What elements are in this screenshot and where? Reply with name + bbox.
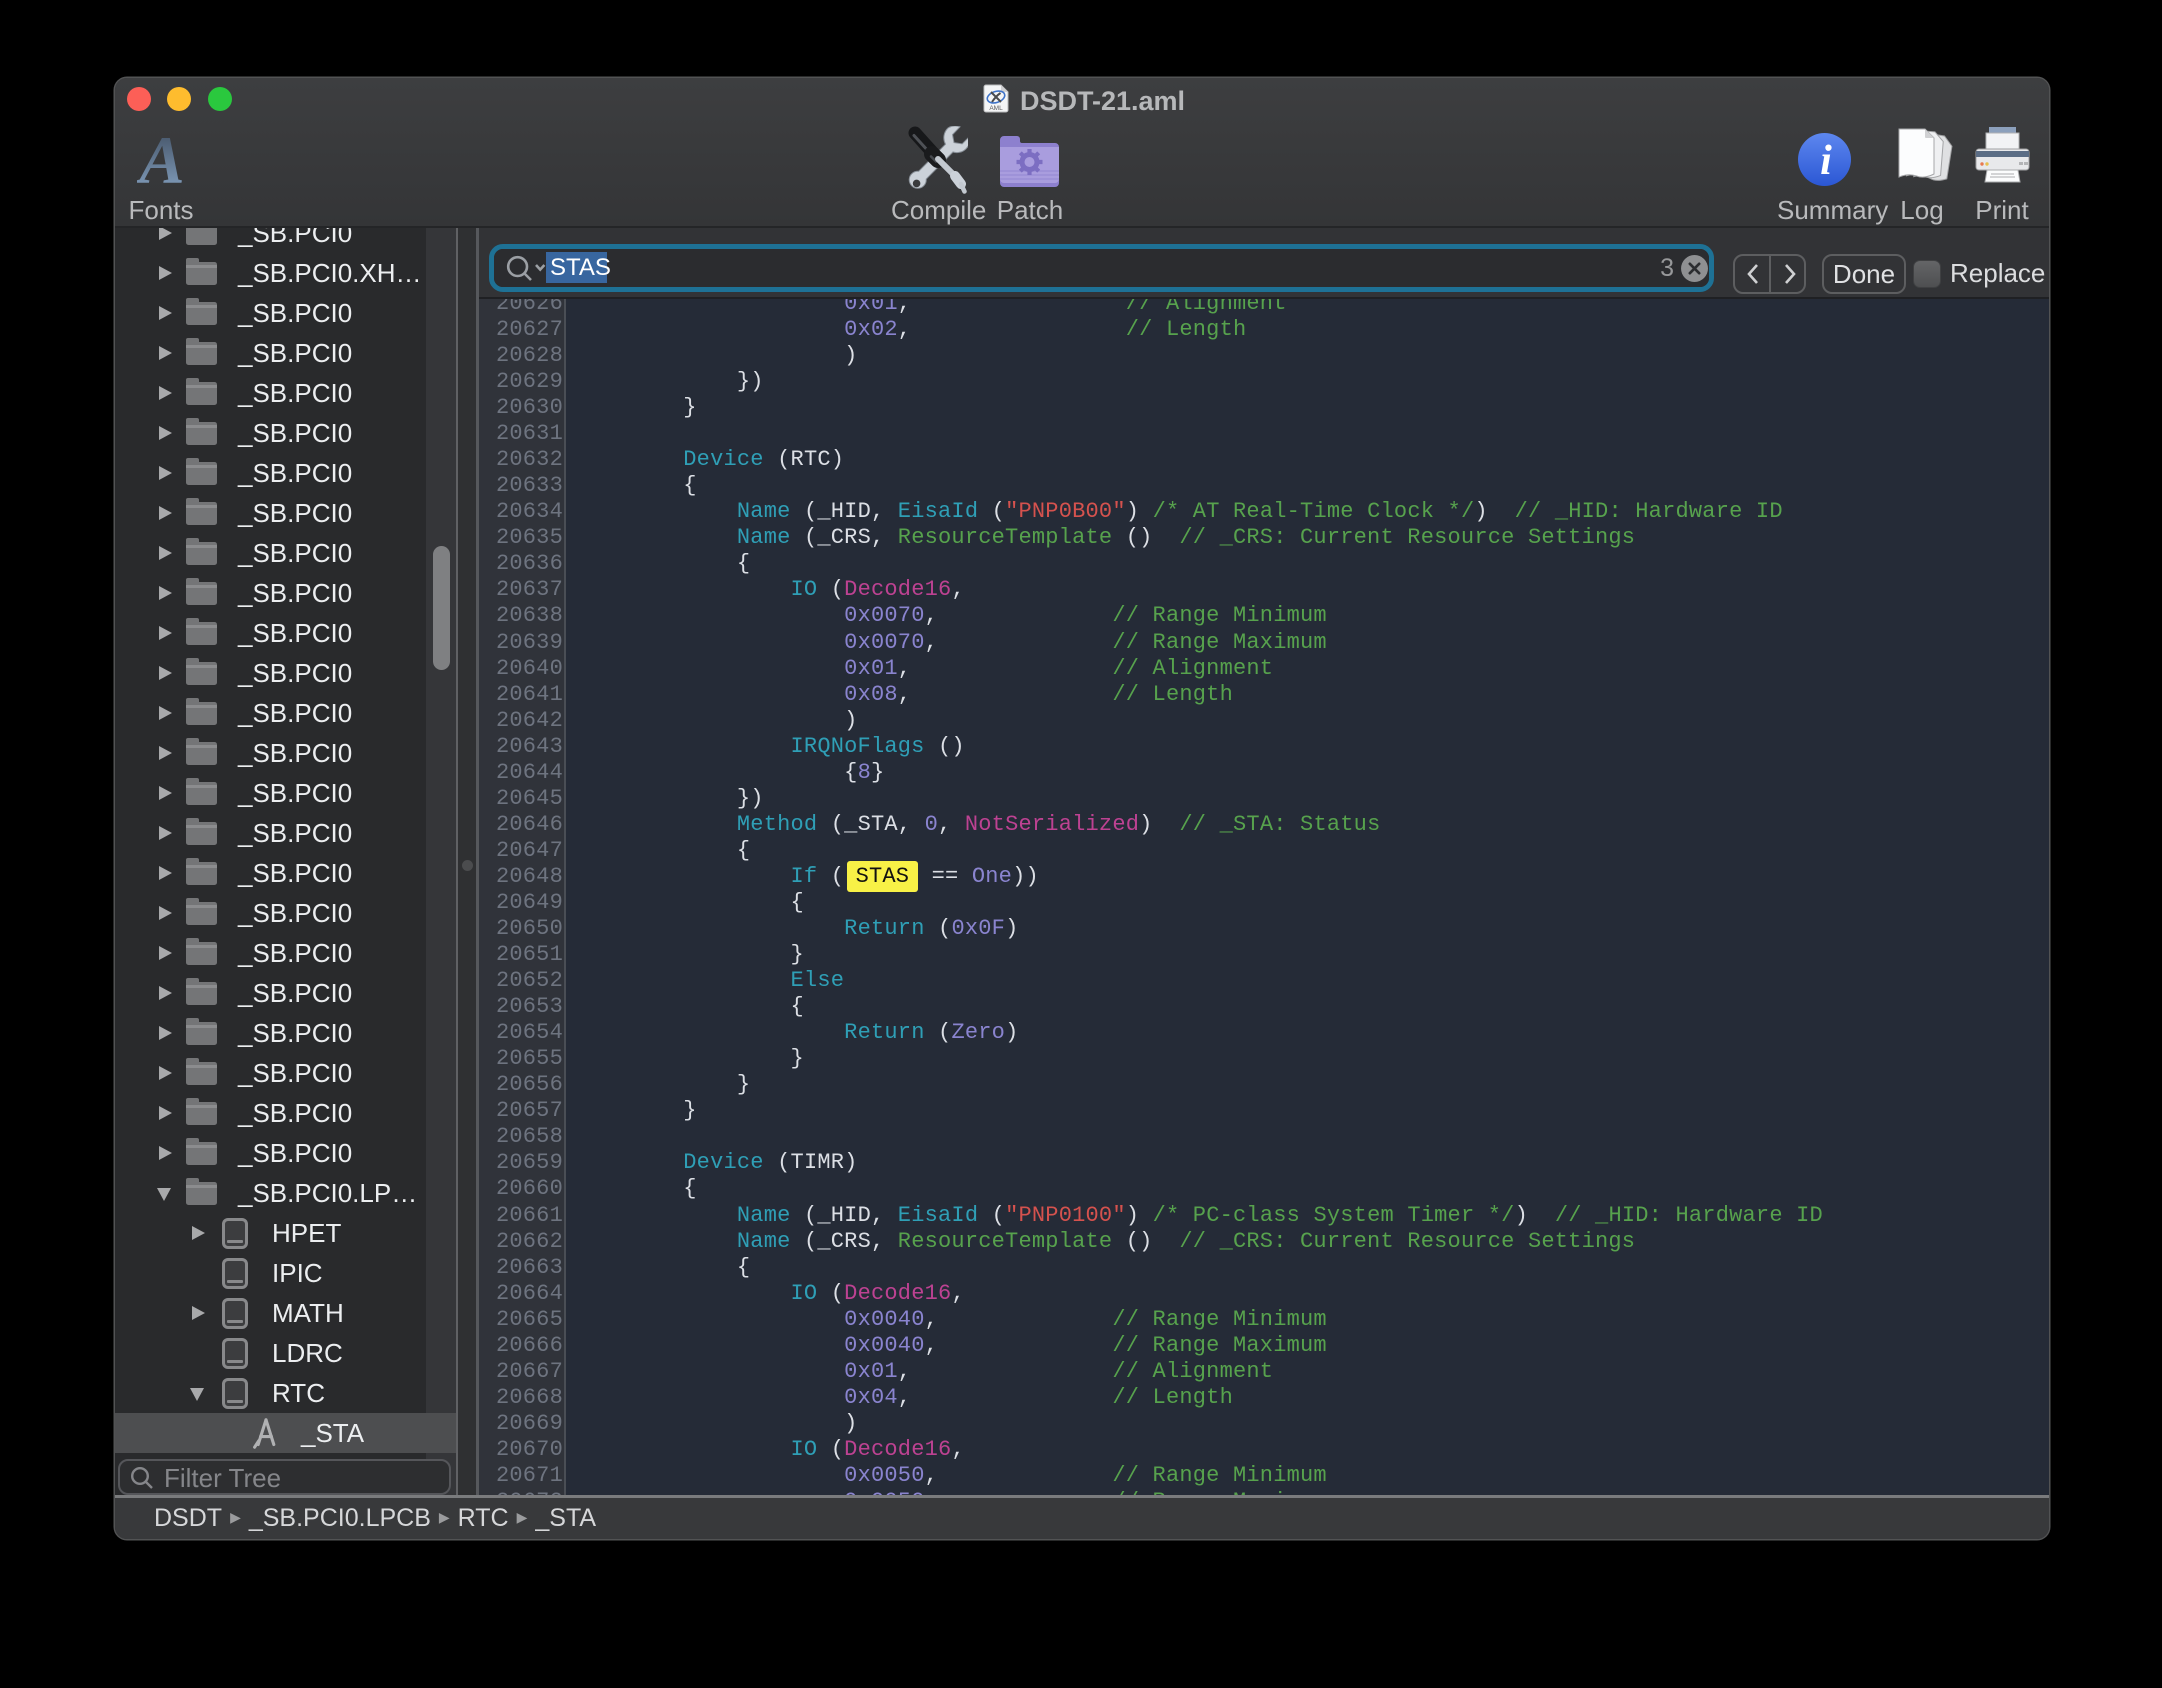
svg-text:i: i <box>1820 138 1832 184</box>
svg-text:AML: AML <box>989 105 1003 112</box>
